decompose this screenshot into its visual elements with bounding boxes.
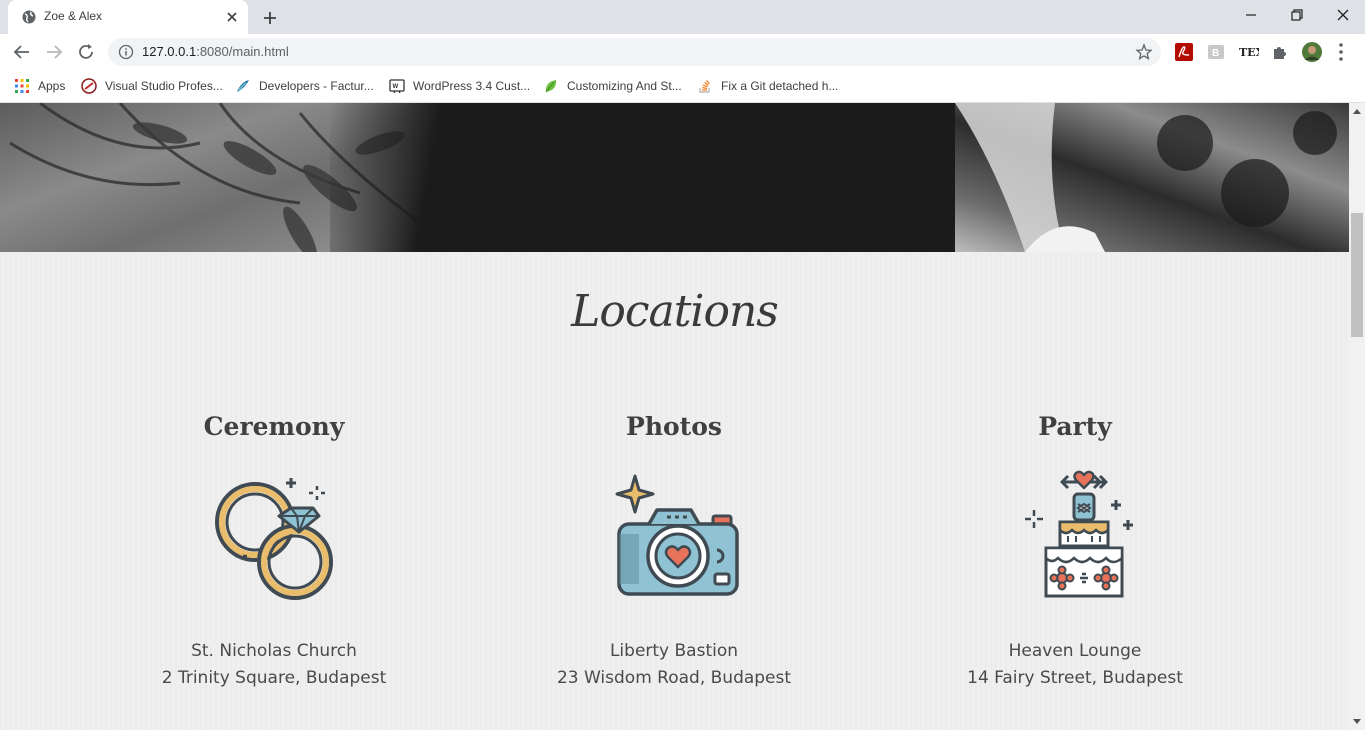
hero-photo bbox=[0, 103, 1349, 252]
info-icon[interactable] bbox=[118, 44, 134, 60]
tab-title: Zoe & Alex bbox=[44, 9, 103, 23]
bookmark-label: Visual Studio Profes... bbox=[105, 79, 223, 93]
url-path: :8080/main.html bbox=[196, 44, 289, 59]
globe-icon bbox=[22, 10, 36, 24]
bookmark-wordpress[interactable]: W WordPress 3.4 Cust... bbox=[389, 76, 530, 96]
bookmark-apps[interactable]: Apps bbox=[14, 76, 65, 96]
location-address-block: Liberty Bastion 23 Wisdom Road, Budapest bbox=[464, 638, 884, 692]
bookmark-label: Fix a Git detached h... bbox=[721, 79, 839, 93]
svg-text:B: B bbox=[1212, 48, 1219, 59]
location-title: Party bbox=[1038, 412, 1112, 441]
minimize-button[interactable] bbox=[1228, 0, 1274, 30]
bookmark-label: Customizing And St... bbox=[567, 79, 682, 93]
browser-tab[interactable]: Zoe & Alex bbox=[8, 0, 248, 34]
feather-icon bbox=[237, 80, 249, 92]
acrobat-extension-icon[interactable] bbox=[1173, 41, 1195, 63]
location-address: 23 Wisdom Road, Budapest bbox=[556, 668, 792, 688]
scroll-up-arrow-icon[interactable] bbox=[1353, 109, 1361, 114]
location-card-ceremony: Ceremony St. Nicholas Church 2 Trinity S… bbox=[64, 412, 484, 692]
close-tab-icon[interactable] bbox=[224, 9, 240, 25]
location-address: 2 Trinity Square, Budapest bbox=[161, 668, 387, 688]
restore-icon bbox=[1291, 9, 1303, 21]
url-host: 127.0.0.1 bbox=[142, 44, 197, 59]
new-tab-icon[interactable] bbox=[258, 6, 282, 30]
location-address: 14 Fairy Street, Budapest bbox=[967, 668, 1183, 688]
locations-section: Locations Ceremony St. Nicholas Church 2… bbox=[0, 252, 1349, 730]
wedding-rings-icon bbox=[215, 478, 333, 600]
close-window-icon bbox=[1337, 9, 1349, 21]
close-window-button[interactable] bbox=[1320, 0, 1365, 30]
bookmark-git-detached[interactable]: Fix a Git detached h... bbox=[697, 76, 838, 96]
bookmark-label: WordPress 3.4 Cust... bbox=[413, 79, 531, 93]
camera-icon bbox=[615, 474, 739, 596]
scrollbar-thumb[interactable] bbox=[1351, 213, 1363, 337]
location-address-block: Heaven Lounge 14 Fairy Street, Budapest bbox=[865, 638, 1285, 692]
puzzle-extensions-icon[interactable] bbox=[1269, 41, 1291, 63]
back-arrow-icon[interactable] bbox=[10, 40, 34, 64]
wordpress-icon: W bbox=[389, 79, 405, 94]
forward-arrow-icon[interactable] bbox=[42, 40, 66, 64]
location-card-party: Party Heaven Lounge 14 Fairy Street, Bud… bbox=[865, 412, 1285, 692]
reload-icon[interactable] bbox=[74, 40, 98, 64]
location-card-photos: Photos Liberty Bastion 23 Wisdom Road, B… bbox=[464, 412, 884, 692]
browser-toolbar: 127.0.0.1:8080/main.html B TEX bbox=[0, 34, 1365, 70]
apps-grid-icon bbox=[15, 79, 29, 93]
bookmark-label: Developers - Factur... bbox=[259, 79, 374, 93]
svg-text:W: W bbox=[393, 84, 399, 90]
restore-button[interactable] bbox=[1274, 0, 1320, 30]
location-place: St. Nicholas Church bbox=[191, 641, 357, 661]
tab-strip: Zoe & Alex bbox=[0, 0, 1365, 34]
bookmark-visual-studio[interactable]: Visual Studio Profes... bbox=[81, 76, 223, 96]
location-title: Photos bbox=[626, 412, 722, 441]
section-title: Locations bbox=[571, 286, 779, 337]
location-address-block: St. Nicholas Church 2 Trinity Square, Bu… bbox=[64, 638, 484, 692]
bride-dress-detail bbox=[955, 103, 1337, 252]
profile-avatar-icon[interactable] bbox=[1301, 41, 1323, 63]
page-scrollbar[interactable] bbox=[1349, 103, 1365, 730]
svg-text:TEX: TEX bbox=[1239, 46, 1259, 59]
bookmark-developers[interactable]: Developers - Factur... bbox=[235, 76, 374, 96]
tex-extension-icon[interactable]: TEX bbox=[1237, 41, 1259, 63]
visual-studio-icon bbox=[81, 78, 97, 94]
bookmark-label: Apps bbox=[38, 79, 66, 93]
minimize-icon bbox=[1246, 14, 1256, 16]
stackoverflow-icon bbox=[699, 79, 710, 93]
location-place: Heaven Lounge bbox=[1008, 641, 1142, 661]
bookmarks-bar: Apps Visual Studio Profes... Developers … bbox=[0, 70, 1365, 103]
hero-photo-shadow bbox=[330, 103, 490, 252]
menu-dots-icon[interactable] bbox=[1338, 42, 1344, 62]
b-extension-icon[interactable]: B bbox=[1205, 41, 1227, 63]
url-text: 127.0.0.1:8080/main.html bbox=[142, 44, 289, 59]
bookmark-customizing[interactable]: Customizing And St... bbox=[543, 76, 682, 96]
bookmark-star-icon[interactable] bbox=[1135, 43, 1153, 61]
page-viewport: Locations Ceremony St. Nicholas Church 2… bbox=[0, 103, 1349, 730]
wedding-cake-icon bbox=[1025, 470, 1133, 598]
location-title: Ceremony bbox=[203, 412, 345, 441]
address-bar[interactable]: 127.0.0.1:8080/main.html bbox=[108, 38, 1161, 66]
location-place: Liberty Bastion bbox=[609, 641, 739, 661]
scroll-down-arrow-icon[interactable] bbox=[1353, 719, 1361, 724]
leaf-icon bbox=[545, 80, 557, 93]
